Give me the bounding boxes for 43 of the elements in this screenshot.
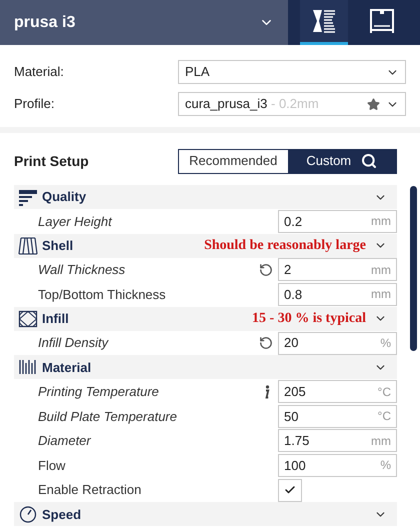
setting-label: Printing Temperature	[37, 382, 160, 401]
setting-label: Layer Height	[37, 212, 114, 231]
value-field[interactable]: 0.8 mm	[278, 282, 397, 306]
value-field[interactable]: 1.75 mm	[278, 429, 397, 452]
header-tab[interactable]	[300, 0, 348, 45]
printer-icon	[369, 8, 395, 34]
field-label: Profile:	[14, 95, 56, 114]
setting-label: Flow	[37, 456, 66, 475]
annotation: 15 - 30 % is typical	[252, 310, 366, 328]
value-field[interactable]: 2 mm	[278, 258, 397, 282]
section-title: Print Setup	[14, 152, 90, 171]
setting-label: Top/Bottom Thickness	[37, 286, 167, 304]
value-field[interactable]: 0.2 mm	[278, 210, 397, 233]
category-header[interactable]: Speed	[14, 502, 397, 526]
setting-label: Infill Density	[37, 334, 110, 352]
setting-label: Enable Retraction	[37, 481, 142, 500]
infill-grid-icon	[18, 310, 38, 328]
setting-label: Build Plate Temperature	[37, 408, 178, 426]
setting-label: Diameter	[37, 432, 92, 450]
category-header[interactable]: Infill 15 - 30 % is typical	[14, 306, 397, 331]
value-field[interactable]: 20 %	[278, 332, 397, 355]
gauge-icon	[18, 505, 38, 524]
annotation: Should be reasonably large	[204, 237, 366, 256]
shell-icon	[18, 236, 38, 255]
dropdown[interactable]: PLA	[178, 60, 406, 84]
material-bars-icon	[18, 358, 38, 376]
printer-selector[interactable]: prusa i3	[0, 0, 288, 45]
value-field[interactable]: 205 °C	[278, 380, 397, 404]
mode-tab[interactable]: Custom	[288, 150, 396, 172]
value-field[interactable]: 100 %	[278, 454, 397, 477]
reset-icon[interactable]	[259, 262, 273, 277]
field-label: Material:	[14, 63, 65, 82]
category-header[interactable]: Material	[14, 355, 397, 380]
reset-icon[interactable]	[259, 336, 273, 350]
setting-label: Wall Thickness	[37, 261, 126, 280]
slicer-icon	[311, 8, 337, 34]
checkbox[interactable]	[278, 478, 302, 502]
search-icon	[361, 153, 378, 169]
category-header[interactable]: Quality	[14, 185, 397, 209]
dropdown[interactable]: cura_prusa_i3 - 0.2mm	[178, 92, 406, 116]
layers-icon	[18, 188, 38, 206]
value-field[interactable]: 50 °C	[278, 404, 397, 428]
category-header[interactable]: Shell Should be reasonably large	[14, 234, 397, 258]
